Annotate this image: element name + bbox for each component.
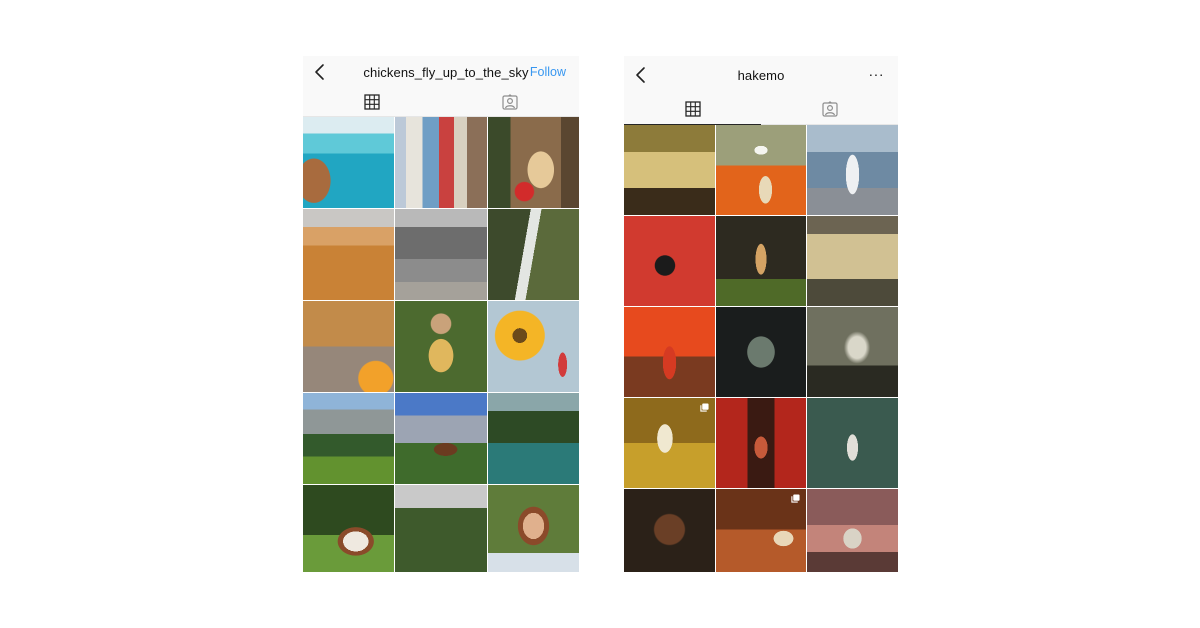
post-tile[interactable] — [303, 301, 395, 392]
profile-tabs — [303, 88, 579, 117]
right-profile-screen: hakemo ··· — [624, 56, 898, 572]
tab-grid[interactable] — [624, 94, 761, 125]
post-tile[interactable] — [303, 209, 395, 300]
post-tile[interactable] — [487, 485, 579, 572]
tab-tagged[interactable] — [761, 94, 898, 124]
post-tile[interactable] — [303, 393, 395, 484]
post-tile[interactable] — [807, 216, 898, 306]
more-dots-icon[interactable]: ··· — [869, 66, 885, 82]
multi-post-icon — [700, 403, 709, 412]
post-tile[interactable] — [624, 307, 715, 397]
tagged-person-icon — [502, 94, 518, 110]
post-tile[interactable] — [487, 209, 579, 300]
post-tile[interactable] — [395, 117, 487, 208]
chevron-left-icon[interactable] — [633, 65, 649, 85]
post-grid — [303, 117, 579, 572]
post-tile[interactable] — [715, 398, 807, 488]
post-tile[interactable] — [715, 489, 807, 572]
post-tile[interactable] — [624, 125, 715, 215]
left-profile-screen: chickens_fly_up_to_the_sky Follow — [303, 56, 579, 572]
tagged-person-icon — [821, 101, 838, 117]
follow-button[interactable]: Follow — [530, 65, 566, 79]
post-tile[interactable] — [395, 209, 487, 300]
post-tile[interactable] — [624, 398, 715, 488]
post-tile[interactable] — [395, 301, 487, 392]
post-tile[interactable] — [807, 307, 898, 397]
post-tile[interactable] — [715, 307, 807, 397]
post-tile[interactable] — [303, 485, 395, 572]
post-tile[interactable] — [487, 117, 579, 208]
multi-post-icon — [791, 494, 800, 503]
post-tile[interactable] — [395, 393, 487, 484]
post-tile[interactable] — [807, 398, 898, 488]
tab-tagged[interactable] — [441, 88, 579, 116]
profile-header: hakemo ··· — [624, 56, 898, 94]
chevron-left-icon[interactable] — [312, 62, 328, 82]
profile-username: hakemo — [737, 67, 785, 83]
post-tile[interactable] — [807, 489, 898, 572]
grid-icon — [364, 94, 380, 110]
post-tile[interactable] — [487, 301, 579, 392]
profile-header: chickens_fly_up_to_the_sky Follow — [303, 56, 579, 88]
tab-grid[interactable] — [303, 88, 441, 116]
post-tile[interactable] — [624, 216, 715, 306]
profile-username: chickens_fly_up_to_the_sky — [363, 64, 529, 80]
post-tile[interactable] — [715, 125, 807, 215]
profile-tabs — [624, 94, 898, 125]
post-tile[interactable] — [487, 393, 579, 484]
post-tile[interactable] — [395, 485, 487, 572]
post-tile[interactable] — [624, 489, 715, 572]
grid-icon — [684, 101, 701, 117]
post-tile[interactable] — [715, 216, 807, 306]
post-grid — [624, 125, 898, 572]
post-tile[interactable] — [303, 117, 395, 208]
post-tile[interactable] — [807, 125, 898, 215]
